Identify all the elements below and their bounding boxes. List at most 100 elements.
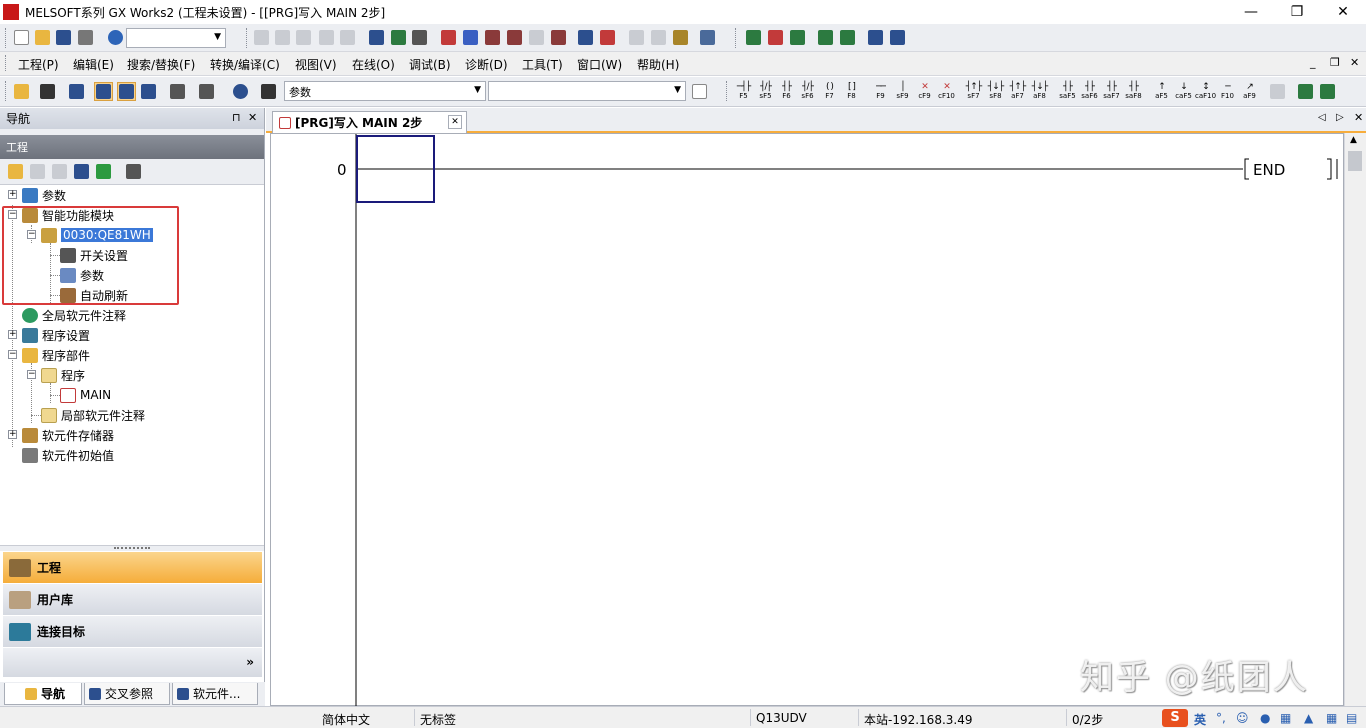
display-icon[interactable]: [698, 28, 717, 47]
toolbar-combo[interactable]: ▼: [126, 28, 226, 48]
binoculars-icon[interactable]: [259, 82, 278, 101]
collapse-program[interactable]: −: [27, 370, 36, 379]
ladder-key-af7[interactable]: ┤↑├ aF7: [1007, 83, 1028, 102]
menu-online[interactable]: 在线(O): [352, 56, 395, 73]
ladder-editor[interactable]: 0 END: [270, 133, 1344, 707]
device-batch-icon[interactable]: [139, 82, 158, 101]
tree-item-parameters[interactable]: 参数: [22, 185, 66, 205]
ladder-key-af8[interactable]: ┤↓├ aF8: [1029, 83, 1050, 102]
module-config-icon[interactable]: [38, 82, 57, 101]
tree-item-device-memory[interactable]: 软元件存储器: [22, 425, 114, 445]
tab-device-list[interactable]: 软元件...: [172, 683, 258, 705]
search-device-icon[interactable]: [483, 28, 502, 47]
menu-edit[interactable]: 编辑(E): [73, 56, 114, 73]
chevron-more-icon[interactable]: »: [246, 655, 254, 669]
cut-icon[interactable]: [252, 28, 271, 47]
write-plc-icon[interactable]: [439, 28, 458, 47]
ime-punct-icon[interactable]: °,: [1216, 711, 1226, 725]
collapse-program-parts[interactable]: −: [8, 350, 17, 359]
document-icon[interactable]: [671, 28, 690, 47]
ladder-key-f7[interactable]: ( ) F7: [819, 83, 840, 102]
tab-scroll-left-icon[interactable]: ◁: [1318, 112, 1326, 123]
menu-diagnostics[interactable]: 诊断(D): [465, 56, 508, 73]
search-instruction-icon[interactable]: [505, 28, 524, 47]
menu-grip[interactable]: [5, 55, 8, 71]
replace-icon[interactable]: [527, 28, 546, 47]
close-window-button[interactable]: ✕: [1320, 0, 1366, 24]
ladder-key-af5[interactable]: ↑ aF5: [1151, 83, 1172, 102]
menu-search-replace[interactable]: 搜索/替换(F): [127, 56, 195, 73]
trace-icon[interactable]: [649, 28, 668, 47]
ladder-key-sf6[interactable]: ┤/├ sF6: [797, 83, 818, 102]
scroll-up-icon[interactable]: ▲: [1350, 135, 1357, 145]
expand-parameters[interactable]: +: [8, 190, 17, 199]
new-data-icon[interactable]: [6, 162, 25, 181]
tree-item-program[interactable]: 程序: [41, 365, 85, 385]
mdi-minimize-button[interactable]: _: [1310, 56, 1316, 69]
device-icon[interactable]: [367, 28, 386, 47]
menu-project[interactable]: 工程(P): [18, 56, 59, 73]
ladder-key-f9[interactable]: ── F9: [870, 83, 891, 102]
menu-debug[interactable]: 调试(B): [409, 56, 451, 73]
mdi-close-button[interactable]: ✕: [1350, 56, 1359, 69]
item-combo[interactable]: ▼: [488, 81, 686, 101]
ladder-key-sf9[interactable]: │ sF9: [892, 83, 913, 102]
print-icon[interactable]: [76, 28, 95, 47]
ladder-key-sf8[interactable]: ┤↓├ sF8: [985, 83, 1006, 102]
list-icon[interactable]: [627, 28, 646, 47]
tree-item-global-comments[interactable]: 全局软元件注释: [22, 305, 126, 325]
save-icon[interactable]: [54, 28, 73, 47]
ladder-delete-icon[interactable]: [766, 28, 785, 47]
ladder-key-cf10[interactable]: ✕ cF10: [936, 83, 957, 102]
chart-icon[interactable]: [866, 28, 885, 47]
tree-item-local-comments[interactable]: 局部软元件注释: [41, 405, 145, 425]
start-monitor-icon[interactable]: [816, 28, 835, 47]
expand-device-memory[interactable]: +: [8, 430, 17, 439]
mdi-restore-button[interactable]: ❐: [1330, 56, 1340, 69]
tab-scroll-right-icon[interactable]: ▷: [1336, 112, 1344, 123]
ladder-key-caf10[interactable]: ↕ caF10: [1195, 83, 1216, 102]
menu-convert-compile[interactable]: 转换/编译(C): [210, 56, 280, 73]
ladder-key-saf6[interactable]: ┤├ saF6: [1079, 83, 1100, 102]
ladder-key-sf7[interactable]: ┤↑├ sF7: [963, 83, 984, 102]
tree-item-device-initial[interactable]: 软元件初始值: [22, 445, 114, 465]
toolbar-grip[interactable]: [246, 28, 249, 48]
graph-icon[interactable]: [888, 28, 907, 47]
paste-data-icon[interactable]: [50, 162, 69, 181]
property-icon[interactable]: [72, 162, 91, 181]
paste-icon[interactable]: [294, 28, 313, 47]
parameter-combo[interactable]: 参数 ▼: [284, 81, 486, 101]
tree-item-program-settings[interactable]: 程序设置: [22, 325, 90, 345]
nav-close-button[interactable]: ✕: [248, 111, 257, 124]
undo-icon[interactable]: [317, 28, 336, 47]
ladder-key-caf5[interactable]: ↓ caF5: [1173, 83, 1194, 102]
tab-close-all-icon[interactable]: ✕: [1354, 111, 1363, 124]
open-folder-icon[interactable]: [33, 28, 52, 47]
scrollbar-thumb[interactable]: [1348, 151, 1362, 171]
emoji-icon[interactable]: ☺: [1236, 711, 1249, 725]
ladder-mode-icon[interactable]: [1296, 82, 1315, 101]
vertical-scrollbar[interactable]: ▲: [1344, 133, 1366, 706]
project-tree-icon[interactable]: [12, 82, 31, 101]
menu-window[interactable]: 窗口(W): [577, 56, 622, 73]
tab-cross-reference[interactable]: 交叉参照: [84, 683, 170, 705]
ladder-key-f8[interactable]: [ ] F8: [841, 83, 862, 102]
grid-icon[interactable]: ▦: [1326, 711, 1337, 725]
window-icon[interactable]: [67, 82, 86, 101]
refresh-icon[interactable]: [94, 162, 113, 181]
monitor-icon[interactable]: [576, 28, 595, 47]
tab-close-button[interactable]: ✕: [448, 115, 462, 129]
document-tab-main[interactable]: [PRG]写入 MAIN 2步 ✕: [272, 111, 467, 133]
tree-item-main[interactable]: MAIN: [60, 385, 111, 405]
filter-icon[interactable]: [124, 162, 143, 181]
menu-help[interactable]: 帮助(H): [637, 56, 679, 73]
page-icon[interactable]: [690, 82, 709, 101]
ladder-edit-icon[interactable]: [788, 28, 807, 47]
ladder-key-f10[interactable]: ─ F10: [1217, 83, 1238, 102]
ladder-key-f6[interactable]: ┤├ F6: [776, 83, 797, 102]
ime-language[interactable]: 英: [1194, 711, 1206, 728]
restore-button[interactable]: ❐: [1274, 0, 1320, 24]
ladder-key-cf9[interactable]: ✕ cF9: [914, 83, 935, 102]
ladder-insert-icon[interactable]: [744, 28, 763, 47]
ladder-key-sf5[interactable]: ┤/├ sF5: [755, 83, 776, 102]
